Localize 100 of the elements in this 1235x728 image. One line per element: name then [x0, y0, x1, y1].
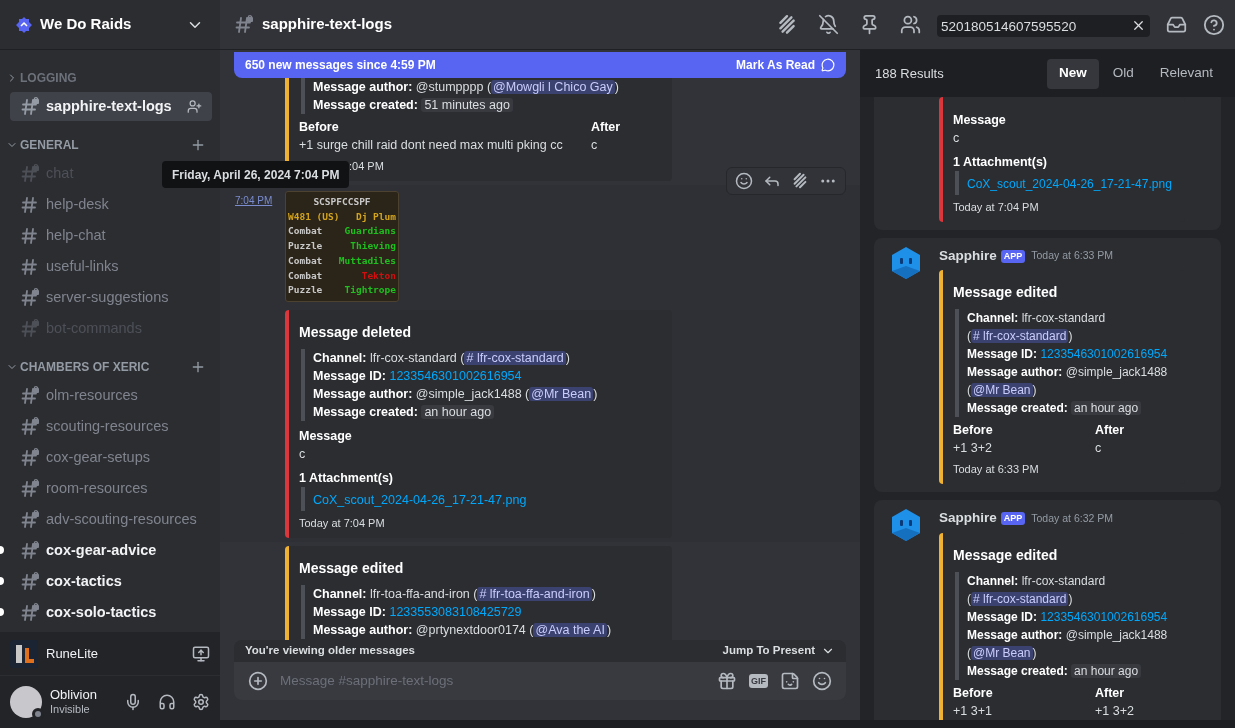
- message-id-link[interactable]: 1233553083108425729: [389, 604, 522, 619]
- mention-link[interactable]: # lfr-cox-standard: [464, 350, 566, 365]
- add-channel-icon[interactable]: [190, 359, 206, 375]
- app-tag: APP: [1000, 249, 1026, 263]
- section-heading: Message: [953, 112, 1007, 129]
- channel-item[interactable]: cox-solo-tactics: [10, 598, 212, 627]
- hash-icon: [20, 256, 40, 277]
- add-channel-icon[interactable]: [190, 137, 206, 153]
- sort-tab[interactable]: Relevant: [1147, 58, 1225, 89]
- attachment-link[interactable]: CoX_scout_2024-04-26_17-21-47.png: [967, 177, 1172, 191]
- scout-title: SCSPFCCSPF: [312, 195, 372, 209]
- embed-field: Message ID: 1233546301002616954: [313, 366, 658, 385]
- jump-to-present-button[interactable]: Jump To Present: [722, 642, 815, 660]
- scout-right-text: Muttadiles: [338, 253, 396, 268]
- channel-item[interactable]: cox-tactics: [10, 567, 212, 596]
- app-logo-icon: [10, 639, 38, 668]
- mention-link[interactable]: # lfr-cox-standard: [971, 591, 1069, 606]
- mention-link[interactable]: @Ava the AI: [533, 622, 607, 637]
- scout-left-text: Combat: [288, 268, 323, 283]
- locked-hash-icon: [20, 385, 40, 406]
- hash-icon: [20, 225, 40, 246]
- bot-avatar[interactable]: [889, 508, 923, 543]
- older-messages-bar[interactable]: You're viewing older messages Jump To Present: [234, 640, 846, 662]
- channel-item[interactable]: sapphire-text-logs: [10, 92, 212, 121]
- gif-button[interactable]: GIF: [749, 674, 768, 688]
- mark-as-read-button[interactable]: Mark As Read: [736, 56, 815, 74]
- sort-tab[interactable]: Old: [1100, 58, 1146, 89]
- mention-link[interactable]: @Mr Bean: [971, 645, 1033, 660]
- result-card[interactable]: Message c 1 Attachment(s) CoX_scout_2024-04-26_17-21-47.png Today at 7:04 PM: [874, 97, 1221, 230]
- category-name[interactable]: CHAMBERS OF XERIC: [20, 358, 190, 376]
- add-icon[interactable]: [248, 671, 268, 691]
- embed-field: Message author: @prtynextdoor0174 ( @Ava the AI ): [313, 620, 658, 639]
- channel-item[interactable]: server-suggestions: [10, 283, 212, 312]
- mention-link[interactable]: @Mowgli l Chico Gay: [491, 80, 615, 94]
- channel-item[interactable]: adv-scouting-resources: [10, 505, 212, 534]
- sort-tab[interactable]: New: [1046, 58, 1099, 89]
- scout-screenshot[interactable]: SCSPFCCSPF W481 (US) Dj Plum Combat Guardians Puzzle Thieving Combat Muttadiles Combat Tekton Puzzle Tightrope: [285, 191, 399, 302]
- embed-field: Message author: @simple_jack1488 ( @Mr Bean ): [313, 384, 658, 403]
- category-name[interactable]: GENERAL: [20, 136, 190, 154]
- channel-item[interactable]: help-chat: [10, 221, 212, 250]
- headphones-icon[interactable]: [158, 693, 176, 711]
- channel-item[interactable]: olm-resources: [10, 381, 212, 410]
- threads-icon[interactable]: [791, 172, 809, 190]
- help-icon[interactable]: [1203, 13, 1225, 36]
- members-icon[interactable]: [900, 14, 921, 35]
- bot-avatar[interactable]: [889, 246, 923, 280]
- channel-item[interactable]: cox-gear-setups: [10, 443, 212, 472]
- embed-field: Message author: @stumpppp ( @Mowgli l Chico Gay ): [313, 78, 658, 96]
- embed-field: Channel: lfr-cox-standard ( # lfr-cox-standard ): [967, 571, 1179, 608]
- scout-left-text: W481 (US): [288, 209, 340, 224]
- embed-field: Channel: lfr-cox-standard ( # lfr-cox-standard ): [313, 348, 658, 367]
- mention-link[interactable]: @Mr Bean: [971, 383, 1033, 398]
- channel-item[interactable]: room-resources: [10, 474, 212, 503]
- column-text: +1 3+2: [953, 440, 993, 458]
- section-heading: 1 Attachment(s): [953, 154, 1048, 171]
- column-text: c: [591, 137, 599, 154]
- microphone-icon[interactable]: [124, 693, 142, 711]
- embed-title: Message edited: [299, 559, 405, 577]
- channel-item[interactable]: cox-gear-advice: [10, 536, 212, 565]
- stream-icon[interactable]: [192, 644, 210, 663]
- mention-link[interactable]: # lfr-cox-standard: [971, 329, 1069, 344]
- gift-icon[interactable]: [717, 671, 737, 691]
- inbox-icon[interactable]: [1166, 14, 1187, 35]
- column-text: +1 surge chill raid dont need max multi pking cc: [299, 137, 564, 154]
- invite-icon[interactable]: [187, 99, 202, 114]
- reaction-icon[interactable]: [735, 172, 753, 190]
- message-timestamp[interactable]: 7:04 PM: [235, 193, 273, 208]
- embed-field: Message created: an hour ago: [967, 661, 1179, 680]
- channel-item[interactable]: help-desk: [10, 190, 212, 219]
- message-id-link[interactable]: 1233546301002616954: [1040, 609, 1168, 624]
- embed-title: Message edited: [953, 284, 1059, 302]
- results-count: 188 Results: [875, 64, 945, 83]
- result-card[interactable]: [874, 238, 1221, 493]
- bell-off-icon[interactable]: [818, 14, 839, 35]
- message-field[interactable]: Message #sapphire-text-logs: [280, 670, 705, 692]
- user-avatar[interactable]: [10, 686, 42, 718]
- result-card[interactable]: [874, 500, 1221, 720]
- message-input[interactable]: Message #sapphire-text-logs GIF: [234, 662, 846, 700]
- embed-field: Message author: @simple_jack1488 ( @Mr Bean ): [967, 625, 1179, 662]
- channel-item[interactable]: useful-links: [10, 252, 212, 281]
- author-name[interactable]: Sapphire: [939, 246, 997, 267]
- locked-hash-icon: [234, 14, 254, 35]
- embed-footer: Today at 7:04 PM: [953, 201, 1179, 214]
- column-text: +1 3+1: [953, 702, 993, 720]
- channel-item[interactable]: scouting-resources: [10, 412, 212, 441]
- section-text: c: [953, 130, 961, 147]
- message-id-link[interactable]: 1233546301002616954: [389, 368, 522, 383]
- settings-icon[interactable]: [192, 693, 210, 711]
- search-field[interactable]: 520180514607595520: [937, 15, 1150, 37]
- mention-link[interactable]: # lfr-toa-ffa-and-iron: [477, 586, 592, 601]
- emoji-icon[interactable]: [812, 671, 832, 691]
- message-id-link[interactable]: 1233546301002616954: [1040, 347, 1168, 362]
- embed-field: Message created: an hour ago: [967, 399, 1179, 418]
- author-name[interactable]: Sapphire: [939, 508, 997, 529]
- app-tag: APP: [1000, 511, 1026, 525]
- attachment-link[interactable]: CoX_scout_2024-04-26_17-21-47.png: [313, 492, 527, 507]
- mention-link[interactable]: @Mr Bean: [529, 386, 594, 401]
- sticker-icon[interactable]: [780, 671, 800, 691]
- threads-icon[interactable]: [776, 13, 798, 36]
- new-messages-bar[interactable]: 650 new messages since 4:59 PM Mark As Read: [234, 52, 846, 78]
